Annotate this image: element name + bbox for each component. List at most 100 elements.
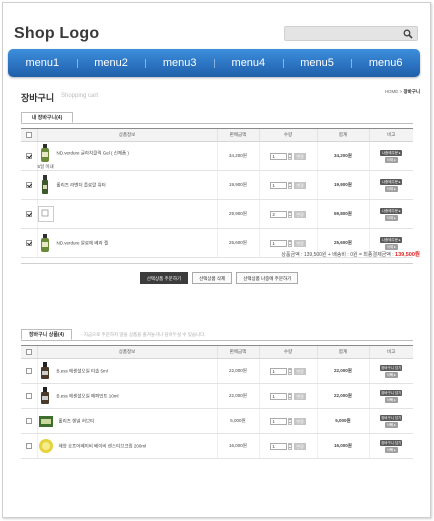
- order-later-row-button[interactable]: 나중에주문 ▸: [380, 149, 403, 156]
- order-later-row-button[interactable]: 나중에주문 ▸: [380, 178, 403, 185]
- row-select[interactable]: [21, 408, 37, 434]
- product-thumbnail[interactable]: [38, 386, 52, 406]
- delete-row-button[interactable]: 삭제 ▸: [384, 371, 398, 378]
- quantity-change-button[interactable]: 변경: [294, 181, 306, 189]
- select-all-checkbox[interactable]: [25, 132, 32, 138]
- delete-row-button[interactable]: 삭제 ▸: [384, 214, 398, 221]
- quantity-arrows[interactable]: [288, 417, 293, 425]
- quantity-stepper[interactable]: 1 변경: [270, 392, 306, 400]
- product-name[interactable]: B.ess 에센셜오일 티솔 5ml: [57, 368, 108, 373]
- row-select[interactable]: [21, 433, 37, 459]
- quantity-stepper[interactable]: 2 변경: [270, 210, 306, 218]
- arrow-up-icon[interactable]: [289, 444, 292, 446]
- arrow-down-icon[interactable]: [289, 396, 292, 398]
- later-select-all-checkbox[interactable]: [25, 349, 32, 355]
- product-name[interactable]: 해양 호프어베이비 베이비 센스티브크림 200ml: [59, 443, 147, 448]
- quantity-stepper[interactable]: 1 변경: [270, 442, 306, 450]
- quantity-change-button[interactable]: 변경: [294, 392, 306, 400]
- quantity-change-button[interactable]: 변경: [294, 417, 306, 425]
- nav-item-menu6[interactable]: menu6: [351, 49, 420, 77]
- product-thumbnail[interactable]: [38, 361, 52, 381]
- quantity-arrows[interactable]: [288, 181, 293, 189]
- quantity-arrows[interactable]: [288, 392, 293, 400]
- search-input[interactable]: [288, 28, 400, 39]
- delete-row-button[interactable]: 삭제 ▸: [384, 185, 398, 192]
- quantity-arrows[interactable]: [288, 152, 293, 160]
- row-checkbox[interactable]: [25, 153, 32, 159]
- search-icon[interactable]: [403, 29, 413, 39]
- row-select[interactable]: [21, 170, 37, 200]
- quantity-arrows[interactable]: [288, 210, 293, 218]
- arrow-down-icon[interactable]: [289, 214, 292, 216]
- row-select[interactable]: [21, 141, 37, 171]
- quantity-input[interactable]: 1: [270, 239, 288, 247]
- nav-item-menu2[interactable]: menu2: [76, 49, 146, 77]
- breadcrumb-home[interactable]: HOME: [385, 89, 399, 94]
- quantity-input[interactable]: 1: [270, 392, 288, 400]
- arrow-up-icon[interactable]: [289, 154, 292, 156]
- row-checkbox[interactable]: [25, 418, 32, 424]
- delete-selected-button[interactable]: 선택상품 삭제: [192, 272, 233, 284]
- delete-row-button[interactable]: 삭제 ▸: [384, 421, 398, 428]
- arrow-up-icon[interactable]: [289, 394, 292, 396]
- arrow-up-icon[interactable]: [289, 241, 292, 243]
- row-select[interactable]: [21, 199, 37, 229]
- product-thumbnail[interactable]: [38, 143, 52, 164]
- nav-item-menu4[interactable]: menu4: [214, 49, 283, 77]
- quantity-arrows[interactable]: [288, 239, 293, 247]
- quantity-input[interactable]: 1: [270, 367, 288, 375]
- row-checkbox[interactable]: [25, 368, 32, 374]
- order-later-button[interactable]: 선택상품 나중에 주문하기: [236, 272, 299, 284]
- delete-row-button[interactable]: 삭제 ▸: [384, 446, 398, 453]
- nav-item-menu1[interactable]: menu1: [8, 49, 77, 77]
- row-checkbox[interactable]: [25, 211, 32, 217]
- quantity-change-button[interactable]: 변경: [294, 210, 306, 218]
- quantity-arrows[interactable]: [288, 367, 293, 375]
- arrow-down-icon[interactable]: [289, 156, 292, 158]
- quantity-stepper[interactable]: 1 변경: [270, 181, 306, 189]
- arrow-up-icon[interactable]: [289, 369, 292, 371]
- quantity-change-button[interactable]: 변경: [294, 239, 306, 247]
- add-to-cart-button[interactable]: 장바구니 담기 ▸: [380, 439, 403, 451]
- add-to-cart-button[interactable]: 장바구니 담기 ▸: [380, 389, 403, 401]
- product-thumbnail[interactable]: [37, 205, 54, 223]
- quantity-stepper[interactable]: 1 변경: [270, 367, 306, 375]
- product-thumbnail[interactable]: [38, 438, 54, 455]
- product-thumbnail[interactable]: [38, 174, 52, 196]
- row-select[interactable]: [21, 383, 37, 409]
- arrow-down-icon[interactable]: [289, 446, 292, 448]
- arrow-down-icon[interactable]: [289, 185, 292, 187]
- quantity-change-button[interactable]: 변경: [294, 152, 306, 160]
- nav-item-menu5[interactable]: menu5: [282, 49, 352, 77]
- row-select[interactable]: [21, 358, 37, 384]
- later-header-select-all[interactable]: [21, 345, 37, 359]
- order-selected-button[interactable]: 선택상품 주문하기: [139, 272, 189, 284]
- product-thumbnail[interactable]: [38, 413, 54, 430]
- quantity-stepper[interactable]: 1 변경: [270, 239, 306, 247]
- quantity-input[interactable]: 1: [270, 442, 288, 450]
- row-select[interactable]: [21, 228, 37, 258]
- quantity-change-button[interactable]: 변경: [294, 442, 306, 450]
- quantity-input[interactable]: 1: [270, 152, 288, 160]
- order-later-row-button[interactable]: 나중에주문 ▸: [380, 236, 403, 243]
- order-later-row-button[interactable]: 나중에주문 ▸: [380, 207, 403, 214]
- header-select-all[interactable]: [21, 128, 37, 142]
- delete-row-button[interactable]: 삭제 ▸: [384, 156, 398, 163]
- quantity-arrows[interactable]: [288, 442, 293, 450]
- quantity-input[interactable]: 1: [270, 181, 288, 189]
- product-name[interactable]: B.ess 에센셜오일 페퍼민트 10ml: [57, 393, 119, 398]
- row-checkbox[interactable]: [25, 443, 32, 449]
- quantity-input[interactable]: 1: [270, 417, 288, 425]
- arrow-up-icon[interactable]: [289, 419, 292, 421]
- arrow-down-icon[interactable]: [289, 371, 292, 373]
- row-checkbox[interactable]: [25, 393, 32, 399]
- quantity-stepper[interactable]: 1 변경: [270, 417, 306, 425]
- shop-logo[interactable]: Shop Logo: [14, 25, 99, 43]
- add-to-cart-button[interactable]: 장바구니 담기 ▸: [380, 364, 403, 376]
- product-thumbnail[interactable]: [38, 233, 52, 254]
- nav-item-menu3[interactable]: menu3: [145, 49, 214, 77]
- product-name[interactable]: 홀리즈 라벤더 플로랄 워터: [57, 182, 106, 187]
- arrow-up-icon[interactable]: [289, 183, 292, 185]
- add-to-cart-button[interactable]: 장바구니 담기 ▸: [380, 414, 403, 426]
- tab-saved-items[interactable]: 장바구니 상품(4): [21, 329, 72, 340]
